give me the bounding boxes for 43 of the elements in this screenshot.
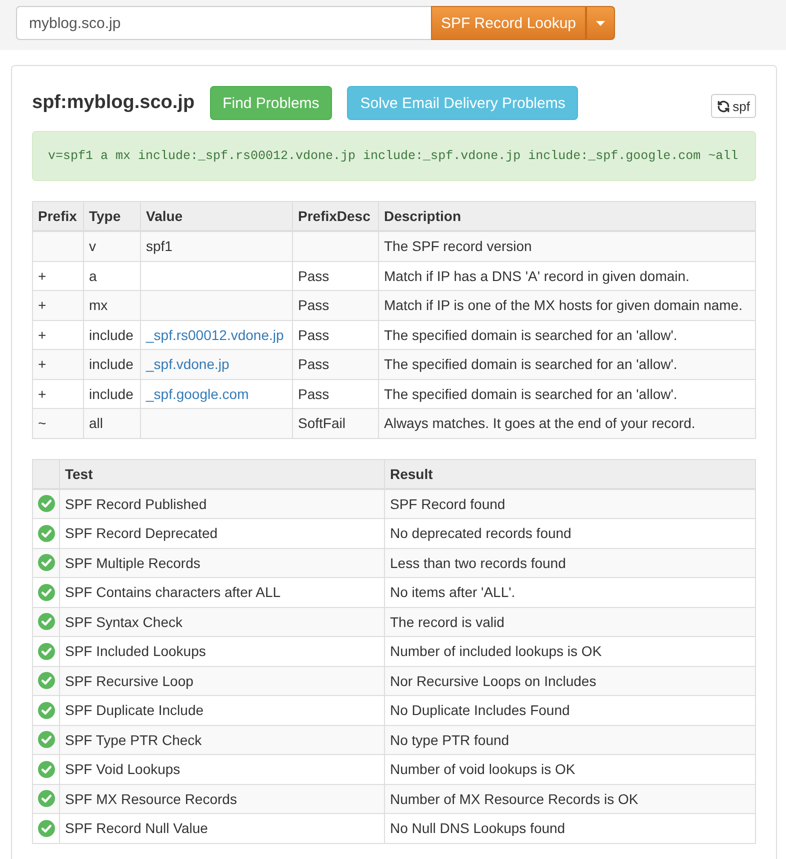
- spf-record: v=spf1 a mx include:_spf.rs00012.vdone.jp include:_spf.vdone.jp include:_spf.google.com ~all: [32, 131, 756, 181]
- table-cell: No Null DNS Lookups found: [384, 814, 756, 843]
- table-cell: SPF Included Lookups: [60, 636, 384, 666]
- table-cell: No deprecated records found: [384, 518, 756, 548]
- table-cell: all: [84, 408, 140, 438]
- table-cell: SPF Contains characters after ALL: [60, 578, 384, 607]
- column-header: PrefixDesc: [292, 202, 378, 231]
- table-cell: Number of included lookups is OK: [384, 636, 756, 666]
- refresh-button[interactable]: spf: [710, 94, 756, 118]
- column-header: Type: [84, 202, 140, 231]
- dropdown-toggle-button[interactable]: [586, 6, 615, 40]
- table-cell: SPF Record Null Value: [60, 814, 384, 843]
- column-header: Value: [140, 202, 292, 231]
- panel-title: spf:myblog.sco.jp: [32, 91, 195, 115]
- domain-input[interactable]: myblog.sco.jp: [16, 6, 431, 40]
- table-cell: +: [32, 350, 84, 379]
- table-cell: SPF Void Lookups: [60, 754, 384, 784]
- lookup-button[interactable]: SPF Record Lookup: [431, 6, 586, 40]
- table-cell: No items after 'ALL'.: [384, 578, 756, 607]
- table-cell: spf1: [140, 231, 292, 261]
- table-cell: SPF Duplicate Include: [60, 696, 384, 725]
- table-cell: mx: [84, 290, 140, 320]
- table-cell: Match if IP is one of the MX hosts for given domain name.: [378, 290, 756, 320]
- table-cell: SoftFail: [292, 408, 378, 438]
- column-header: Description: [378, 202, 756, 231]
- action-button[interactable]: Find Problems: [210, 86, 332, 120]
- table-cell: Pass: [292, 290, 378, 320]
- table-cell: The SPF record version: [378, 231, 756, 261]
- table-cell: Number of void lookups is OK: [384, 754, 756, 784]
- table-cell: v: [84, 231, 140, 261]
- column-header: Prefix: [32, 202, 84, 231]
- table-cell: SPF Record Deprecated: [60, 518, 384, 548]
- refresh-icon: [716, 100, 730, 112]
- table-cell: include: [84, 350, 140, 379]
- table-cell: Always matches. It goes at the end of your record.: [378, 408, 756, 438]
- column-header: Test: [60, 459, 384, 488]
- table-cell: The specified domain is searched for an 'allow'.: [378, 350, 756, 379]
- table-cell: No Duplicate Includes Found: [384, 696, 756, 725]
- table-cell: Pass: [292, 350, 378, 379]
- column-header: Result: [384, 459, 756, 488]
- table-cell: ~: [32, 408, 84, 438]
- caret-icon: [596, 20, 605, 26]
- table-cell: +: [32, 290, 84, 320]
